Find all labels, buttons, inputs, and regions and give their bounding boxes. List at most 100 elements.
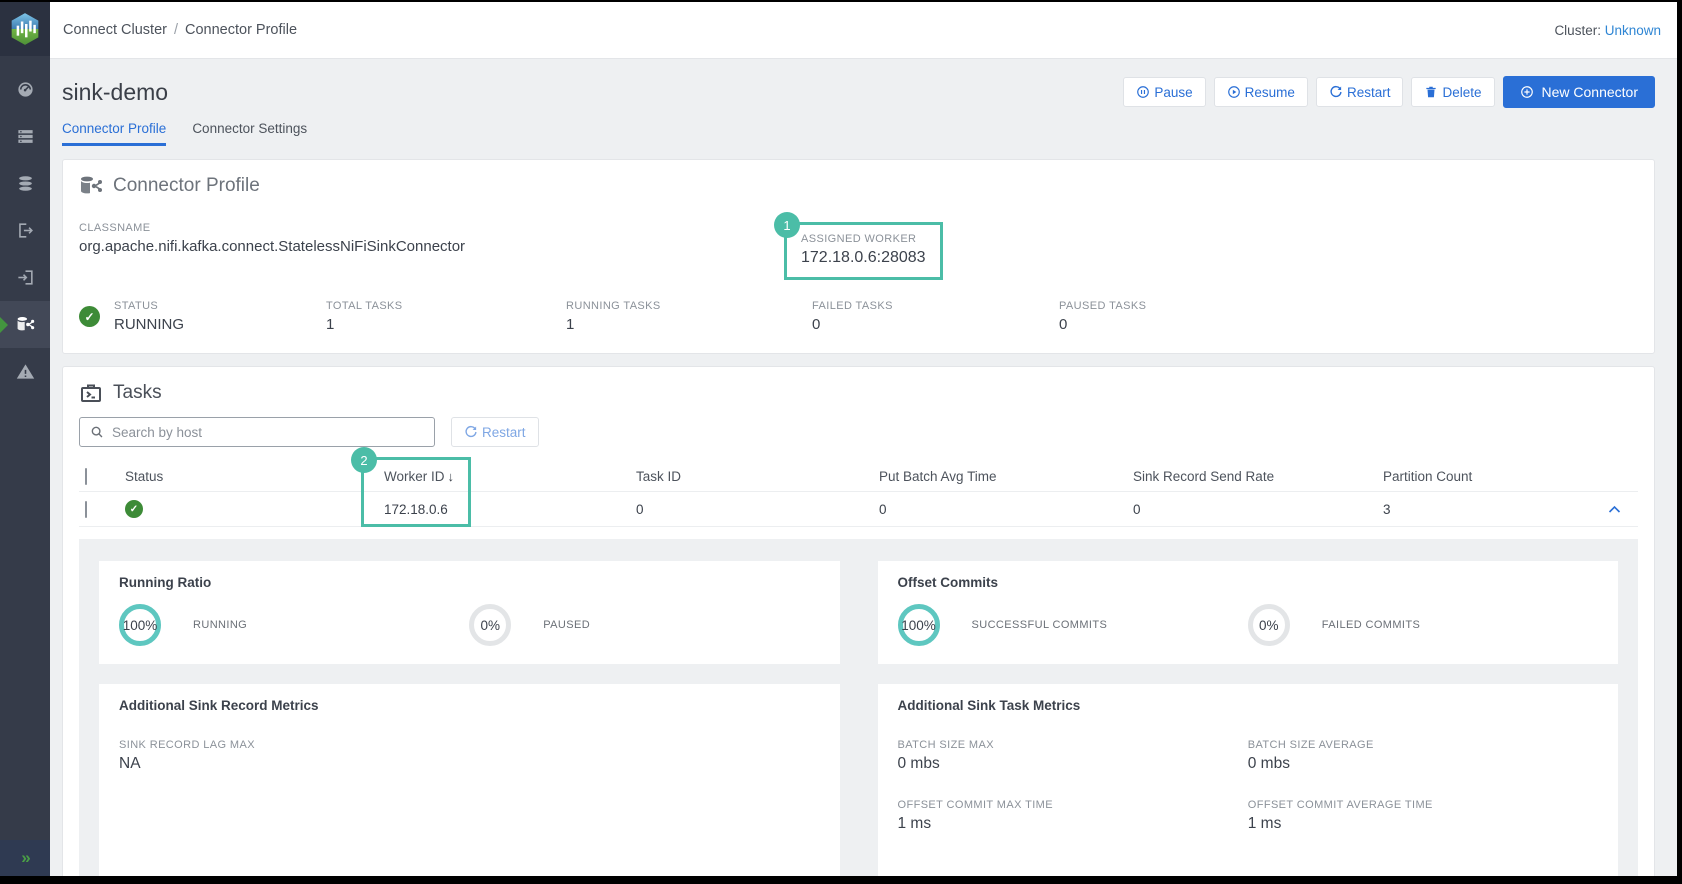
chevron-double-right-icon: » bbox=[21, 848, 28, 868]
breadcrumb-connect-cluster[interactable]: Connect Cluster bbox=[63, 22, 167, 38]
refresh-icon bbox=[1329, 85, 1343, 99]
sidebar-item-producers[interactable] bbox=[0, 207, 50, 254]
pause-button[interactable]: Pause bbox=[1123, 77, 1205, 107]
tasks-table-header: Status Worker ID↓ Task ID Put Batch Avg … bbox=[79, 461, 1638, 491]
col-task-id[interactable]: Task ID bbox=[636, 469, 879, 484]
assigned-worker-annotation-box: 1 ASSIGNED WORKER 172.18.0.6:28083 bbox=[784, 222, 943, 280]
stat-status: ✓ STATUS RUNNING bbox=[79, 300, 326, 333]
paused-ring: 0% bbox=[469, 604, 511, 646]
row-status-check-icon: ✓ bbox=[125, 500, 143, 518]
tab-bar: Connector Profile Connector Settings bbox=[62, 121, 1655, 146]
sidebar-item-connect[interactable] bbox=[0, 301, 50, 348]
app-window: » Connect Cluster / Connector Profile Cl… bbox=[0, 2, 1677, 876]
stat-paused-tasks: PAUSED TASKS 0 bbox=[1059, 300, 1146, 333]
collapse-row-chevron-up-icon[interactable] bbox=[1607, 502, 1622, 517]
offset-commits-title: Offset Commits bbox=[898, 575, 1599, 590]
breadcrumb: Connect Cluster / Connector Profile bbox=[63, 22, 297, 38]
cluster-value-link[interactable]: Unknown bbox=[1605, 23, 1661, 38]
restart-button[interactable]: Restart bbox=[1316, 77, 1404, 107]
delete-button[interactable]: Delete bbox=[1411, 77, 1494, 107]
successful-commits-ring: 100% bbox=[898, 604, 940, 646]
metric-offset-commit-average-time: OFFSET COMMIT AVERAGE TIME 1 ms bbox=[1248, 799, 1598, 833]
task-row: ✓ 172.18.0.6 0 0 0 3 bbox=[79, 491, 1638, 527]
topics-icon bbox=[16, 174, 35, 193]
action-buttons: Pause Resume Restart Delete bbox=[1123, 76, 1655, 108]
tasks-toolbar: Restart bbox=[79, 417, 1638, 447]
search-input[interactable] bbox=[112, 425, 424, 440]
brokers-icon bbox=[16, 127, 35, 146]
connector-icon bbox=[79, 174, 103, 198]
sidebar-item-consumers[interactable] bbox=[0, 254, 50, 301]
sidebar-item-overview[interactable] bbox=[0, 66, 50, 113]
top-header: Connect Cluster / Connector Profile Clus… bbox=[50, 2, 1677, 59]
row-sink-record-send-rate: 0 bbox=[1133, 502, 1383, 517]
producers-icon bbox=[16, 221, 35, 240]
failed-commits-ring: 0% bbox=[1248, 604, 1290, 646]
app-logo[interactable] bbox=[0, 2, 50, 56]
classname-label: CLASSNAME bbox=[79, 222, 784, 234]
running-ratio-paused: 0% PAUSED bbox=[469, 604, 819, 646]
tasks-card-header: Tasks bbox=[79, 381, 1638, 405]
status-label: STATUS bbox=[114, 300, 184, 312]
tasks-card-title: Tasks bbox=[113, 382, 162, 404]
sidebar-item-brokers[interactable] bbox=[0, 113, 50, 160]
row-checkbox[interactable] bbox=[85, 501, 87, 518]
row-worker-id: 172.18.0.6 bbox=[384, 502, 636, 517]
resume-button[interactable]: Resume bbox=[1214, 77, 1308, 107]
main-area: Connect Cluster / Connector Profile Clus… bbox=[50, 2, 1677, 876]
sidebar-expand-button[interactable]: » bbox=[0, 840, 50, 876]
metric-sink-record-lag-max: SINK RECORD LAG MAX NA bbox=[119, 739, 469, 773]
pause-circle-icon bbox=[1136, 85, 1150, 99]
stat-running-tasks: RUNNING TASKS 1 bbox=[566, 300, 812, 333]
page-title: sink-demo bbox=[62, 79, 168, 106]
connector-profile-card: Connector Profile CLASSNAME org.apache.n… bbox=[62, 159, 1655, 354]
play-circle-icon bbox=[1227, 85, 1241, 99]
connector-profile-card-header: Connector Profile bbox=[79, 174, 1638, 198]
sink-task-metrics-title: Additional Sink Task Metrics bbox=[898, 698, 1599, 713]
col-worker-id[interactable]: Worker ID↓ bbox=[384, 469, 636, 484]
running-ring: 100% bbox=[119, 604, 161, 646]
tasks-restart-button[interactable]: Restart bbox=[451, 417, 539, 447]
new-connector-button[interactable]: New Connector bbox=[1503, 76, 1656, 108]
col-put-batch-avg-time[interactable]: Put Batch Avg Time bbox=[879, 469, 1133, 484]
col-partition-count[interactable]: Partition Count bbox=[1383, 469, 1590, 484]
offset-commits-panel: Offset Commits 100% SUCCESSFUL COMMITS 0… bbox=[878, 561, 1619, 664]
tasks-card: Tasks Restart 2 bbox=[62, 366, 1655, 876]
tasks-icon bbox=[79, 381, 103, 405]
col-sink-record-send-rate[interactable]: Sink Record Send Rate bbox=[1133, 469, 1383, 484]
sidebar: » bbox=[0, 2, 50, 876]
tab-connector-profile[interactable]: Connector Profile bbox=[62, 121, 166, 146]
annotation-badge-2: 2 bbox=[351, 447, 377, 473]
breadcrumb-separator: / bbox=[174, 22, 178, 38]
breadcrumb-connector-profile: Connector Profile bbox=[185, 22, 297, 38]
sidebar-item-alerts[interactable] bbox=[0, 348, 50, 395]
sink-record-metrics-title: Additional Sink Record Metrics bbox=[119, 698, 820, 713]
cluster-label: Cluster: bbox=[1554, 23, 1601, 38]
classname-field: CLASSNAME org.apache.nifi.kafka.connect.… bbox=[79, 222, 784, 255]
sidebar-item-topics[interactable] bbox=[0, 160, 50, 207]
running-ratio-running: 100% RUNNING bbox=[119, 604, 469, 646]
select-all-checkbox[interactable] bbox=[85, 468, 87, 485]
cluster-indicator: Cluster: Unknown bbox=[1554, 23, 1661, 38]
metric-offset-commit-max-time: OFFSET COMMIT MAX TIME 1 ms bbox=[898, 799, 1248, 833]
status-value: RUNNING bbox=[114, 316, 184, 333]
annotation-badge-1: 1 bbox=[774, 212, 800, 238]
sink-task-metrics-panel: Additional Sink Task Metrics BATCH SIZE … bbox=[878, 684, 1619, 876]
col-status[interactable]: Status bbox=[125, 469, 384, 484]
connect-icon bbox=[16, 315, 35, 334]
classname-value: org.apache.nifi.kafka.connect.StatelessN… bbox=[79, 238, 784, 255]
smm-hexagon-logo-icon bbox=[10, 12, 40, 46]
alert-triangle-icon bbox=[16, 362, 35, 381]
tab-connector-settings[interactable]: Connector Settings bbox=[192, 121, 307, 146]
metric-batch-size-max: BATCH SIZE MAX 0 mbs bbox=[898, 739, 1248, 773]
page-content: sink-demo Pause Resume Restart bbox=[50, 59, 1677, 876]
tasks-table: 2 Status Worker ID↓ Task ID Put Batch Av… bbox=[79, 461, 1638, 527]
search-box bbox=[79, 417, 435, 447]
title-row: sink-demo Pause Resume Restart bbox=[62, 75, 1655, 109]
search-icon bbox=[90, 425, 104, 439]
stat-total-tasks: TOTAL TASKS 1 bbox=[326, 300, 566, 333]
gauge-icon bbox=[16, 80, 35, 99]
assigned-worker-value: 172.18.0.6:28083 bbox=[801, 249, 926, 267]
row-partition-count: 3 bbox=[1383, 502, 1590, 517]
sort-desc-icon: ↓ bbox=[448, 469, 455, 484]
